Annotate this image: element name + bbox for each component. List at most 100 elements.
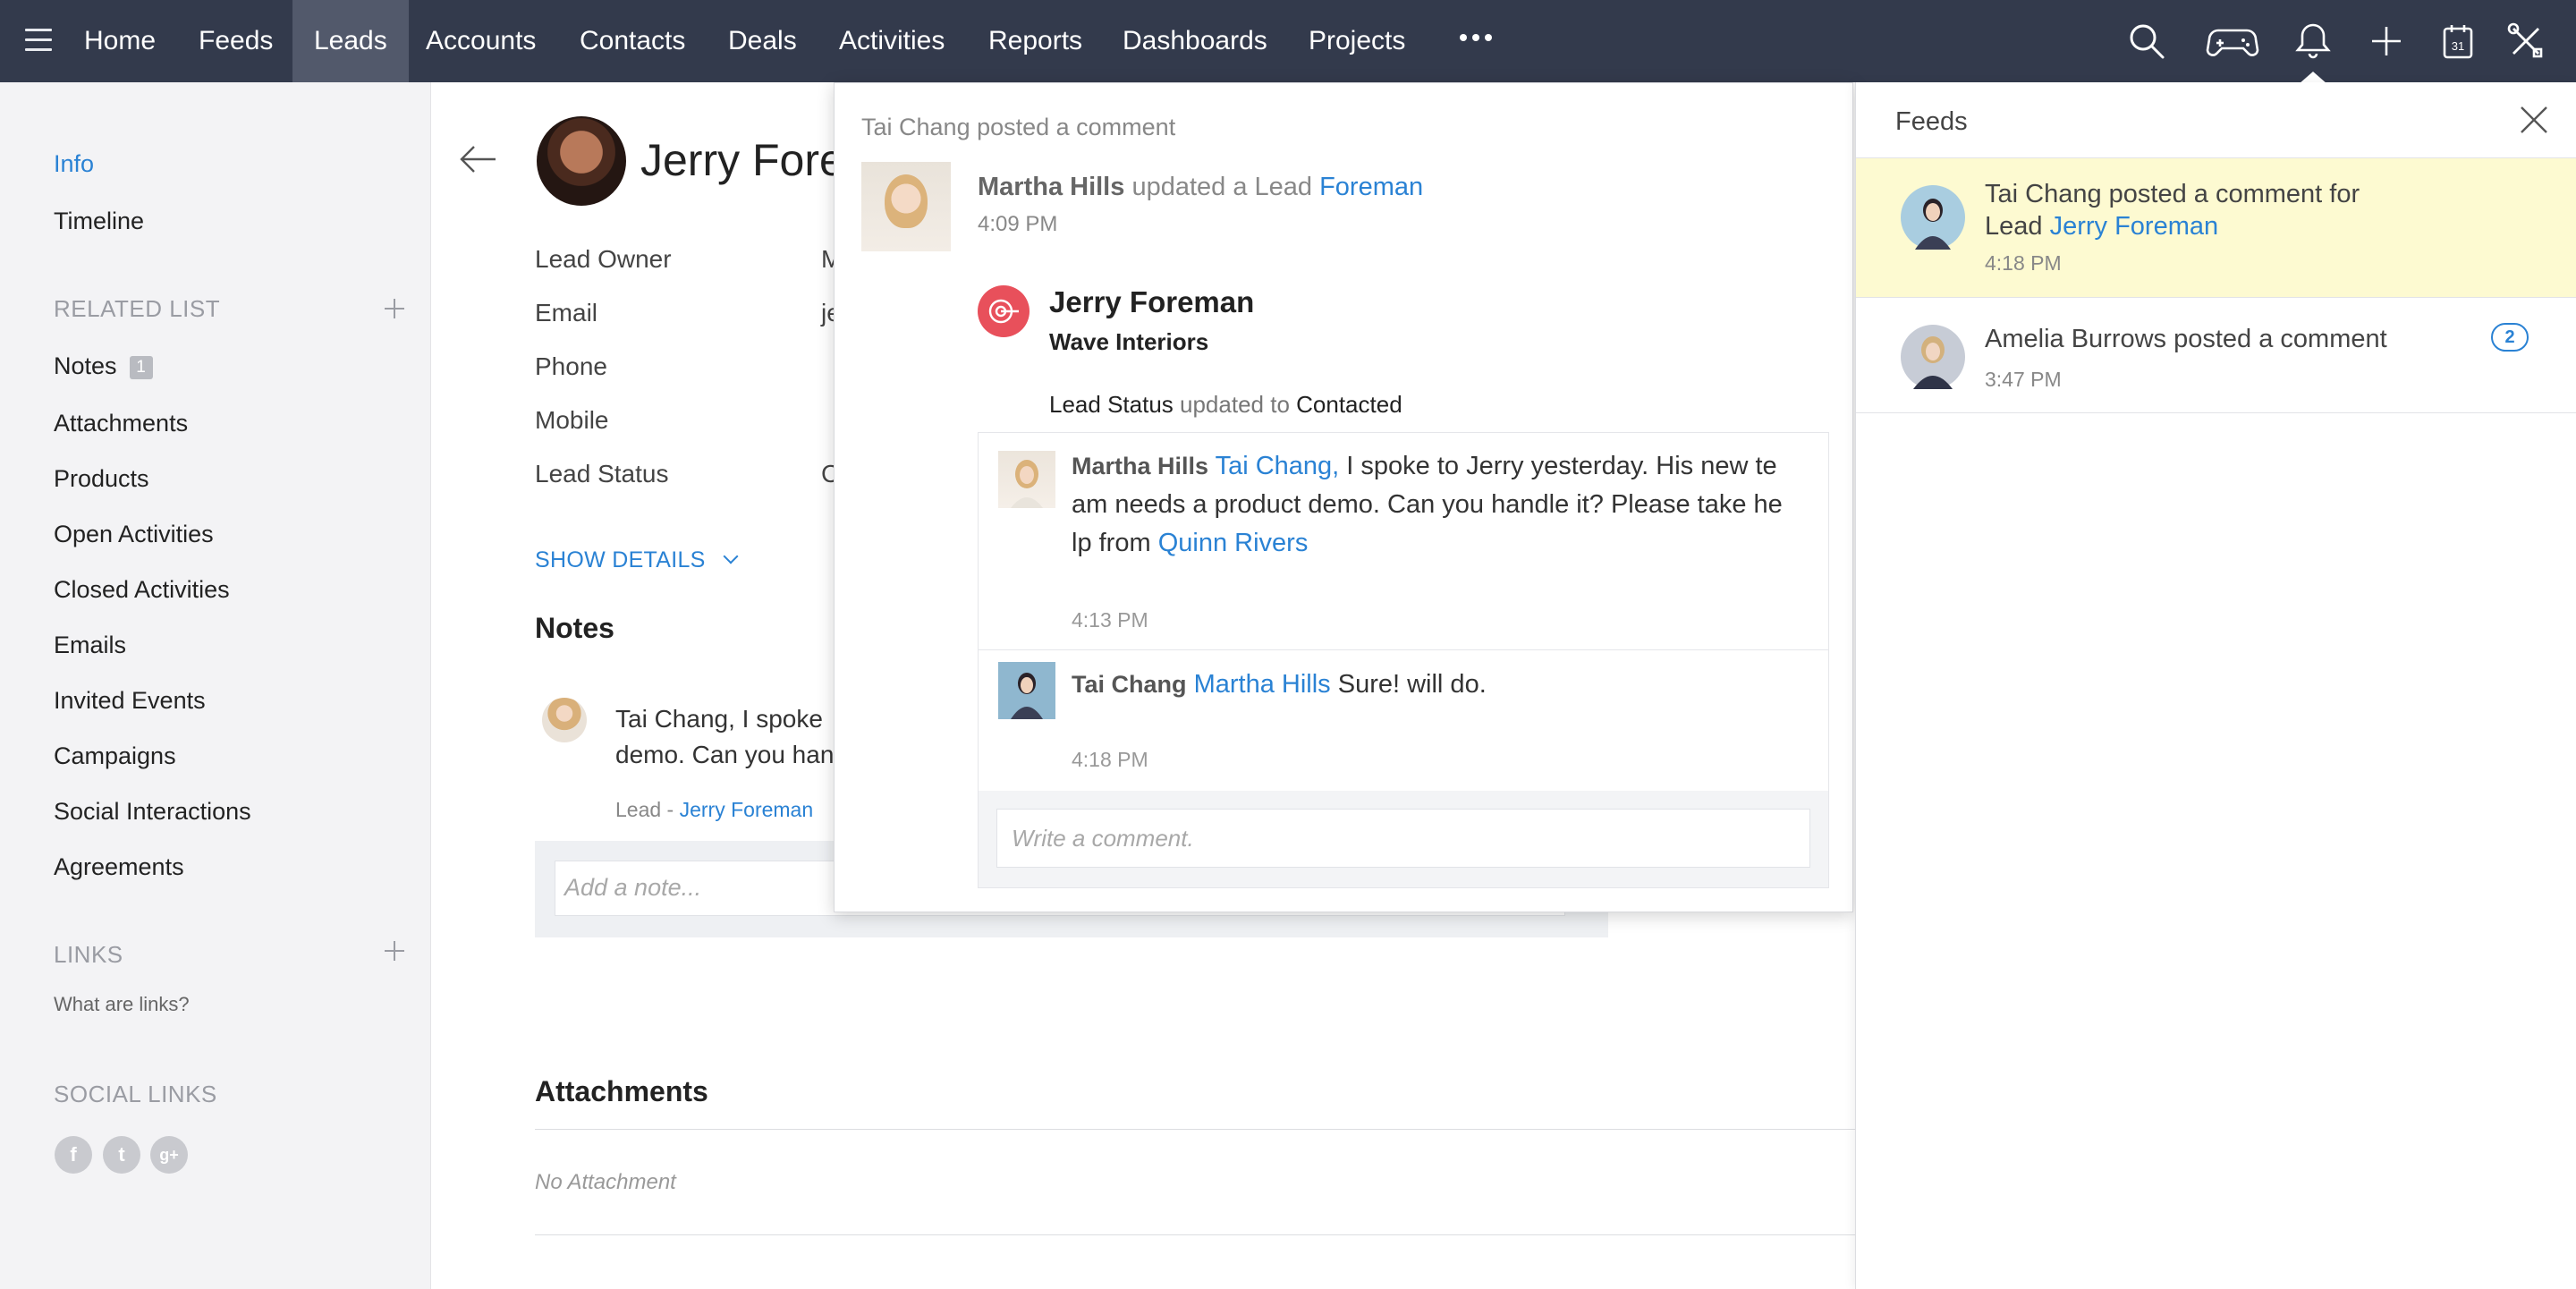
feed-lead-link[interactable]: Jerry Foreman [2050,212,2219,241]
search-icon[interactable] [2125,20,2168,63]
sidebar-item-products[interactable]: Products [54,465,149,493]
feed-time: 3:47 PM [1985,368,2062,391]
lead-target-icon [978,285,1030,337]
twitter-icon[interactable]: t [103,1136,140,1174]
attachments-section-title: Attachments [535,1075,708,1107]
lead-name[interactable]: Jerry Foreman [1049,285,1254,319]
nav-home[interactable]: Home [63,0,177,82]
mention-link[interactable]: Tai Chang, [1216,452,1340,480]
tai-chang-avatar [1901,185,1965,250]
nav-dashboards[interactable]: Dashboards [1101,0,1289,82]
google-plus-icon[interactable]: g+ [150,1136,188,1174]
nav-feeds[interactable]: Feeds [177,0,294,82]
actor-name[interactable]: Martha Hills [978,173,1124,201]
feed-text: Tai Chang posted a comment for Lead Jerr… [1985,178,2360,242]
comment-line: Sure! will do. [1337,670,1487,699]
tai-chang-avatar [998,662,1055,719]
nav-accounts[interactable]: Accounts [404,0,557,82]
note-author-avatar [542,698,587,742]
close-icon[interactable] [2516,102,2552,138]
nav-leads[interactable]: Leads [292,0,409,82]
sidebar-item-open-activities[interactable]: Open Activities [54,521,214,548]
comment-body: Martha Hills Tai Chang, I spoke to Jerry… [1072,447,1783,563]
feed-item[interactable]: Amelia Burrows posted a comment 3:47 PM … [1856,297,2576,413]
nav-deals[interactable]: Deals [707,0,818,82]
comment-author[interactable]: Tai Chang [1072,671,1187,698]
social-links-heading: SOCIAL LINKS [54,1081,217,1107]
comment-body: Tai Chang Martha Hills Sure! will do. [1072,666,1487,704]
more-icon[interactable] [1460,34,1492,45]
show-details-label: SHOW DETAILS [535,547,706,572]
note-body: Tai Chang, I spoke demo. Can you han [615,701,834,773]
plus-icon[interactable] [2365,20,2408,63]
comment-line: am needs a product demo. Can you handle … [1072,490,1783,519]
status-value: Contacted [1296,391,1402,418]
bell-icon[interactable] [2292,20,2334,63]
comment-time: 4:13 PM [1072,608,1148,632]
top-navigation-bar: Home Feeds Leads Accounts Contacts Deals… [0,0,2576,82]
feed-line: Tai Chang posted a comment for [1985,180,2360,208]
sidebar-item-timeline[interactable]: Timeline [54,208,144,235]
sidebar-item-notes[interactable]: Notes 1 [54,352,153,380]
feed-line: Amelia Burrows posted a comment [1985,325,2387,353]
comment-line: lp from [1072,529,1151,557]
feed-time: 4:18 PM [1985,251,2062,275]
sidebar-item-attachments[interactable]: Attachments [54,410,188,437]
menu-icon[interactable] [25,29,52,52]
notes-section-title: Notes [535,612,614,644]
chevron-down-icon [723,548,739,564]
sidebar-item-closed-activities[interactable]: Closed Activities [54,576,230,604]
popup-header: Tai Chang posted a comment [861,114,1176,140]
nav-projects[interactable]: Projects [1287,0,1427,82]
sidebar-item-agreements[interactable]: Agreements [54,853,184,881]
back-arrow-icon[interactable] [458,143,497,175]
nav-activities[interactable]: Activities [818,0,966,82]
show-details-button[interactable]: SHOW DETAILS [535,547,739,573]
lead-link[interactable]: Foreman [1319,173,1423,201]
record-title: Jerry Fore [640,135,844,185]
note-line: demo. Can you han [615,741,835,768]
facebook-icon[interactable]: f [55,1136,92,1174]
feeds-panel: Feeds Tai Chang posted a comment for Lea… [1855,82,2576,1289]
note-meta: Lead - Jerry Foreman [615,798,813,822]
mention-link[interactable]: Martha Hills [1194,670,1331,699]
related-list-heading: RELATED LIST [54,295,221,322]
sidebar-item-emails[interactable]: Emails [54,632,126,659]
comment-thread: Martha Hills Tai Chang, I spoke to Jerry… [978,432,1829,888]
nav-contacts[interactable]: Contacts [558,0,707,82]
gamepad-icon[interactable] [2206,20,2259,63]
tools-icon[interactable] [2504,20,2547,63]
comment-count-badge: 2 [2491,323,2529,352]
status-mid-text: updated to [1180,391,1290,418]
calendar-icon[interactable]: 31 [2436,20,2479,63]
comment-thread-popup: Tai Chang posted a comment Martha Hills … [834,82,1853,912]
note-meta-prefix: Lead - [615,798,674,821]
divider [535,1129,1859,1130]
amelia-burrows-avatar [1901,325,1965,389]
martha-hills-avatar [861,162,951,251]
add-link-icon[interactable] [383,939,406,963]
sidebar-item-invited-events[interactable]: Invited Events [54,687,206,715]
no-attachment-text: No Attachment [535,1170,676,1194]
nav-reports[interactable]: Reports [967,0,1104,82]
sidebar-item-campaigns[interactable]: Campaigns [54,742,176,770]
write-comment-area: Write a comment. [979,791,1828,887]
sidebar-item-social-interactions[interactable]: Social Interactions [54,798,251,826]
lead-avatar [537,116,626,206]
add-related-list-icon[interactable] [383,297,406,320]
comment-author[interactable]: Martha Hills [1072,453,1208,479]
field-label-email: Email [535,299,598,326]
svg-text:31: 31 [2452,39,2464,53]
divider [535,1234,1859,1235]
sidebar-item-info[interactable]: Info [54,150,94,178]
feed-item[interactable]: Tai Chang posted a comment for Lead Jerr… [1856,157,2576,297]
activity-summary: Martha Hills updated a Lead Foreman [978,173,1423,202]
note-lead-link[interactable]: Jerry Foreman [680,798,814,821]
write-comment-input[interactable]: Write a comment. [996,809,1810,868]
field-label-lead-owner: Lead Owner [535,245,672,273]
mention-link[interactable]: Quinn Rivers [1158,529,1309,557]
martha-hills-avatar [998,451,1055,508]
what-are-links-link[interactable]: What are links? [54,993,190,1016]
left-sidebar: Info Timeline RELATED LIST Notes 1 Attach… [0,82,431,1289]
feeds-title: Feeds [1895,107,1968,136]
